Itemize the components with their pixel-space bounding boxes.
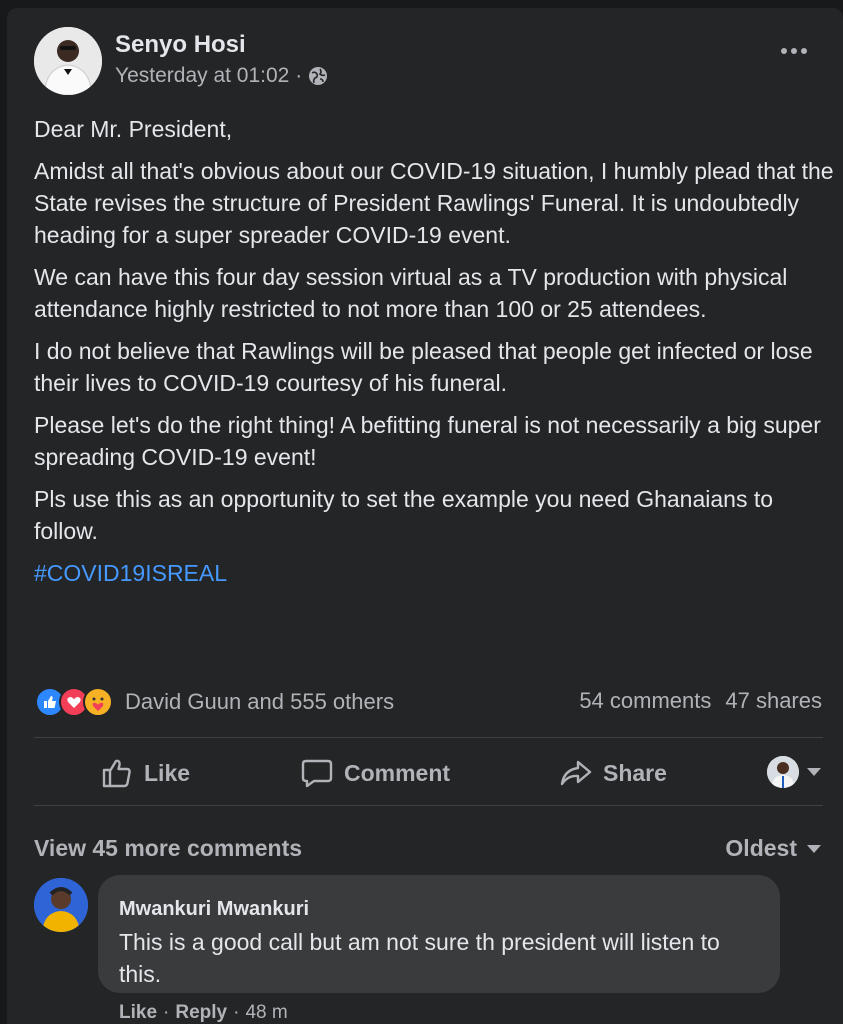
react-as-selector[interactable] (767, 756, 821, 788)
chevron-down-icon (807, 768, 821, 776)
post-meta: Yesterday at 01:02 · (115, 64, 328, 88)
hashtag-link[interactable]: #COVID19ISREAL (34, 557, 834, 589)
comment-sort-label: Oldest (725, 835, 797, 861)
divider (34, 805, 823, 806)
view-more-comments-link[interactable]: View 45 more comments (34, 835, 302, 862)
share-icon (560, 760, 592, 786)
post-paragraph: Amidst all that's obvious about our COVI… (34, 158, 834, 248)
comment-count[interactable]: 54 comments (579, 688, 711, 714)
user-avatar (767, 756, 799, 788)
separator: · (163, 1002, 170, 1023)
engagement-counts: 54 comments 47 shares (579, 688, 822, 714)
comment-like-link[interactable]: Like (119, 1002, 157, 1024)
more-options-icon[interactable] (781, 48, 807, 54)
comment-button[interactable]: Comment (300, 753, 450, 793)
post-timestamp[interactable]: Yesterday at 01:02 · (115, 64, 302, 88)
author-name[interactable]: Senyo Hosi (115, 31, 246, 59)
chevron-down-icon (807, 844, 821, 853)
post-paragraph: Please let's do the right thing! A befit… (34, 412, 821, 470)
post-paragraph: Dear Mr. President, (34, 116, 233, 142)
comment-reply-link[interactable]: Reply (175, 1002, 227, 1024)
post-card: Senyo Hosi Yesterday at 01:02 · Dear Mr.… (7, 8, 843, 1024)
reactions-summary[interactable]: David Guun and 555 others (35, 686, 394, 718)
comment-icon (301, 759, 333, 788)
comment-time[interactable]: 48 m (245, 1002, 287, 1024)
post-paragraph: We can have this four day session virtua… (34, 264, 788, 322)
globe-icon[interactable] (308, 66, 328, 86)
commenter-name[interactable]: Mwankuri Mwankuri (119, 898, 309, 921)
commenter-avatar[interactable] (34, 878, 88, 932)
comment-text: This is a good call but am not sure th p… (119, 929, 720, 987)
comment-label: Comment (344, 759, 451, 786)
divider (34, 737, 823, 738)
like-label: Like (144, 759, 191, 786)
post-paragraph: Pls use this as an opportunity to set th… (34, 486, 774, 544)
reaction-names[interactable]: David Guun and 555 others (125, 689, 394, 715)
share-label: Share (603, 759, 667, 786)
author-avatar[interactable] (34, 27, 102, 95)
separator: · (233, 1002, 240, 1023)
post-paragraph: I do not believe that Rawlings will be p… (34, 338, 813, 396)
like-button[interactable]: Like (100, 753, 190, 793)
post-body: Dear Mr. President, Amidst all that's ob… (34, 113, 834, 589)
comment-bubble: Mwankuri Mwankuri This is a good call bu… (98, 875, 780, 993)
thumbs-up-icon (102, 759, 131, 788)
share-button[interactable]: Share (559, 753, 667, 793)
share-count[interactable]: 47 shares (725, 688, 822, 714)
comment-actions: Like · Reply · 48 m (119, 1002, 288, 1024)
comment-sort-dropdown[interactable]: Oldest (725, 835, 821, 862)
care-reaction-icon (83, 687, 113, 717)
